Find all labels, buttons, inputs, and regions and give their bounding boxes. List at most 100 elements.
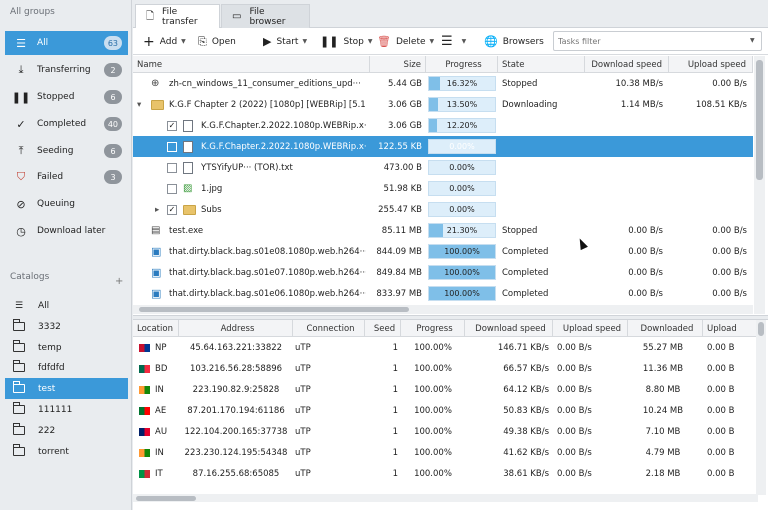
scrollbar-thumb[interactable] <box>136 496 196 501</box>
sidebar-item-queuing[interactable]: ⊘ Queuing <box>5 192 128 216</box>
open-button[interactable]: ⎘ Open <box>198 32 236 51</box>
checkbox[interactable] <box>167 157 179 178</box>
catalog-item-test[interactable]: test <box>5 378 128 399</box>
column-header-download-speed[interactable]: Download speed <box>465 320 553 337</box>
table-row[interactable]: ⊕ zh-cn_windows_11_consumer_editions_upd·… <box>133 73 753 94</box>
peers-table-header: Location Address Connection Seed Progres… <box>133 320 758 337</box>
column-header-upload[interactable]: Upload <box>703 320 758 337</box>
peer-row[interactable]: BD 103.216.56.28:58896 uTP 1 100.00% 66.57 KB… <box>133 358 758 379</box>
count-badge: 40 <box>103 117 122 131</box>
delete-button[interactable]: 🗑 Delete ▼ <box>377 32 434 51</box>
add-catalog-icon[interactable]: + <box>115 276 123 287</box>
peer-download-speed: 41.62 KB/s <box>503 447 549 458</box>
country-code: AE <box>155 405 167 416</box>
peer-upload-speed: 0.00 B/s <box>557 405 592 416</box>
table-row[interactable]: ✓ K.G.F.Chapter.2.2022.1080p.WEBRip.x··· 3… <box>133 115 753 136</box>
tab-file-browser[interactable]: ▭ File browser <box>221 4 310 28</box>
sidebar-item-seeding[interactable]: ⤒ Seeding 6 <box>5 139 128 163</box>
sidebar-item-completed[interactable]: ✓ Completed 40 <box>5 112 128 136</box>
column-header-state[interactable]: State <box>498 56 585 73</box>
checkbox[interactable] <box>167 178 179 199</box>
catalog-item-111111[interactable]: 111111 <box>5 399 128 420</box>
file-table-horizontal-scrollbar[interactable] <box>133 305 753 314</box>
peer-row[interactable]: AE 87.201.170.194:61186 uTP 1 100.00% 50.83 K… <box>133 400 758 421</box>
tab-file-transfer[interactable]: 🗋 File transfer <box>135 4 220 29</box>
column-header-address[interactable]: Address <box>179 320 293 337</box>
scrollbar-thumb[interactable] <box>758 322 764 336</box>
menu-button[interactable]: ☰ ▼ <box>441 32 466 51</box>
state-text <box>502 136 582 157</box>
peer-row[interactable]: IT 87.16.255.68:65085 uTP 1 100.00% 38.61 KB/… <box>133 463 758 484</box>
peer-address: 223.230.124.195:54348 <box>184 447 288 458</box>
catalog-item-222[interactable]: 222 <box>5 420 128 441</box>
column-header-upload-speed[interactable]: Upload speed <box>669 56 753 73</box>
catalog-item-3332[interactable]: 3332 <box>5 316 128 337</box>
checkbox[interactable]: ✓ <box>167 115 179 136</box>
column-header-progress[interactable]: Progress <box>401 320 465 337</box>
table-row[interactable]: ▣ that.dirty.black.bag.s01e06.1080p.web.h… <box>133 283 753 304</box>
download-speed: 1.14 MB/s <box>620 99 663 110</box>
peer-row[interactable]: IN 223.230.124.195:54348 uTP 1 100.00% 41.62 … <box>133 442 758 463</box>
browsers-button[interactable]: 🌐 Browsers <box>484 32 544 51</box>
peer-address: 103.216.56.28:58896 <box>189 363 283 374</box>
stop-label: Stop <box>343 36 364 47</box>
state-text: Completed <box>502 288 549 299</box>
sidebar-item-failed[interactable]: ⛉ Failed 3 <box>5 165 128 189</box>
sidebar-item-transferring[interactable]: ⤓ Transferring 2 <box>5 58 128 82</box>
table-row[interactable]: YTSYifyUP··· (TOR).txt 473.00 B 0.00% <box>133 157 753 178</box>
column-header-seed[interactable]: Seed <box>365 320 401 337</box>
table-row[interactable]: ▸ ✓ Subs 255.47 KB 0.00% <box>133 199 753 220</box>
catalog-item-all[interactable]: ☰ All <box>5 295 128 316</box>
file-size: 122.55 KB <box>378 141 422 152</box>
column-header-upload-speed[interactable]: Upload speed <box>553 320 628 337</box>
expand-toggle-icon[interactable]: ▸ <box>155 199 165 220</box>
checkbox[interactable] <box>167 136 179 157</box>
chevron-down-icon[interactable]: ▼ <box>750 37 755 44</box>
catalog-item-torrent[interactable]: torrent <box>5 441 128 462</box>
file-name: K.G.F.Chapter.2.2022.1080p.WEBRip.x··· <box>201 120 366 131</box>
catalog-item-fdfdfd[interactable]: fdfdfd <box>5 357 128 378</box>
state-text <box>502 115 582 136</box>
save-icon: ▣ <box>151 245 162 258</box>
column-header-download-speed[interactable]: Download speed <box>585 56 669 73</box>
peer-row[interactable]: NP 45.64.163.221:33822 uTP 1 100.00% 146.71 K… <box>133 337 758 358</box>
sidebar-item-all[interactable]: ☰ All 63 <box>5 31 128 55</box>
column-header-name[interactable]: Name <box>133 56 370 73</box>
checkbox[interactable]: ✓ <box>167 199 179 220</box>
peers-table-horizontal-scrollbar[interactable] <box>133 494 758 502</box>
catalog-item-temp[interactable]: temp <box>5 337 128 358</box>
progress-text: 0.00% <box>449 205 475 214</box>
chevron-down-icon: ▼ <box>181 38 186 45</box>
peer-row[interactable]: AU 122.104.200.165:37738 uTP 1 100.00% 49.38 … <box>133 421 758 442</box>
table-row[interactable]: K.G.F.Chapter.2.2022.1080p.WEBRip.x··· 12… <box>133 136 753 157</box>
chevron-down-icon: ▼ <box>461 38 467 45</box>
expand-toggle-icon[interactable]: ▾ <box>137 94 147 115</box>
table-row[interactable]: ▣ that.dirty.black.bag.s01e08.1080p.web.h… <box>133 241 753 262</box>
scrollbar-thumb[interactable] <box>139 307 409 312</box>
peers-table-scrollbar[interactable] <box>756 320 766 495</box>
start-button[interactable]: ▶ Start ▼ <box>263 32 307 51</box>
peer-seed: 1 <box>392 468 398 479</box>
plus-icon: + <box>143 33 155 50</box>
peer-row[interactable]: IN 223.190.82.9:25828 uTP 1 100.00% 64.12 KB/… <box>133 379 758 400</box>
peer-address: 45.64.163.221:33822 <box>189 342 283 353</box>
column-header-downloaded[interactable]: Downloaded <box>628 320 703 337</box>
table-row[interactable]: ▾ K.G.F Chapter 2 (2022) [1080p] [WEBRip]… <box>133 94 753 115</box>
file-table-scrollbar[interactable] <box>754 56 765 314</box>
country-code: NP <box>155 342 167 353</box>
stop-button[interactable]: ❚❚ Stop ▼ <box>320 32 373 51</box>
column-header-location[interactable]: Location <box>133 320 179 337</box>
add-button[interactable]: + Add ▼ <box>143 32 186 51</box>
column-header-connection[interactable]: Connection <box>293 320 365 337</box>
sidebar-item-download-later[interactable]: ◷ Download later <box>5 219 128 243</box>
table-row[interactable]: ▤ test.exe 85.11 MB 21.30% Stopped 0.00 B/s 0.… <box>133 220 753 241</box>
scrollbar-thumb[interactable] <box>756 60 763 180</box>
peer-upload-speed: 0.00 B/s <box>557 426 592 437</box>
column-header-progress[interactable]: Progress <box>426 56 498 73</box>
progress-bar: 16.32% <box>428 76 496 91</box>
tasks-filter-input[interactable] <box>553 31 762 51</box>
table-row[interactable]: ▨ 1.jpg 51.98 KB 0.00% <box>133 178 753 199</box>
table-row[interactable]: ▣ that.dirty.black.bag.s01e07.1080p.web.h… <box>133 262 753 283</box>
sidebar-item-stopped[interactable]: ❚❚ Stopped 6 <box>5 85 128 109</box>
column-header-size[interactable]: Size <box>370 56 426 73</box>
